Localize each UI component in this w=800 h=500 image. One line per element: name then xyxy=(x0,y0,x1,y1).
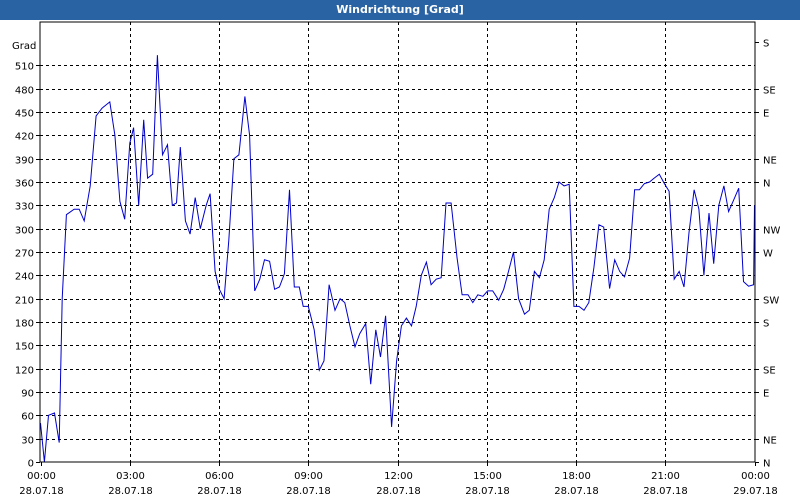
y-tick-label: 480 xyxy=(15,86,34,97)
y-tick-label: 390 xyxy=(15,156,34,167)
y-tick-label: 300 xyxy=(15,226,34,237)
y-tick-label: 90 xyxy=(21,389,34,400)
x-tick-date: 28.07.18 xyxy=(643,486,688,497)
y-tick-label: 450 xyxy=(15,109,34,120)
x-tick-date: 28.07.18 xyxy=(108,486,153,497)
y-tick-label: 30 xyxy=(21,436,34,447)
right-tick-label: SW xyxy=(763,296,779,307)
x-axis: 00:00 28.07.18 03:00 28.07.18 06:00 28.07.18 0… xyxy=(19,462,778,497)
x-tick-time: 06:00 xyxy=(205,471,234,482)
y-tick-label: 360 xyxy=(15,179,34,190)
x-tick-date: 28.07.18 xyxy=(465,486,510,497)
x-tick-time: 18:00 xyxy=(562,471,591,482)
x-tick-time: 15:00 xyxy=(473,471,502,482)
y-axis-right: N NE E SE S SW W NW N NE E SE S xyxy=(755,39,780,470)
y-tick-label: 60 xyxy=(21,412,34,423)
y-tick-label: 420 xyxy=(15,132,34,143)
x-tick-time: 00:00 xyxy=(741,471,770,482)
y-tick-label: 330 xyxy=(15,202,34,213)
x-tick-date: 28.07.18 xyxy=(376,486,421,497)
right-tick-label: E xyxy=(763,389,769,400)
x-tick-time: 21:00 xyxy=(651,471,680,482)
right-tick-label: NE xyxy=(763,436,777,447)
y-tick-label: 120 xyxy=(15,366,34,377)
x-tick-date: 28.07.18 xyxy=(19,486,64,497)
x-tick-time: 03:00 xyxy=(116,471,145,482)
y-tick-label: 270 xyxy=(15,249,34,260)
x-tick-date: 28.07.18 xyxy=(197,486,242,497)
y-axis-label: Grad xyxy=(12,41,36,52)
y-tick-label: 180 xyxy=(15,319,34,330)
plot-area xyxy=(40,22,755,462)
x-tick-date: 28.07.18 xyxy=(286,486,331,497)
y-tick-label: 240 xyxy=(15,272,34,283)
right-tick-label: N xyxy=(763,179,770,190)
wind-direction-chart: 0 30 60 90 120 150 180 210 240 270 300 330 360 390 420… xyxy=(12,21,780,497)
right-tick-label: N xyxy=(763,459,770,470)
right-tick-label: SE xyxy=(763,86,776,97)
y-tick-label: 510 xyxy=(15,62,34,73)
x-tick-date: 28.07.18 xyxy=(554,486,599,497)
x-tick-date: 29.07.18 xyxy=(733,486,778,497)
right-tick-label: S xyxy=(763,319,769,330)
right-tick-label: NW xyxy=(763,226,780,237)
y-tick-label: 210 xyxy=(15,296,34,307)
right-tick-label: W xyxy=(763,249,773,260)
y-tick-label: 150 xyxy=(15,342,34,353)
right-tick-label: NE xyxy=(763,156,777,167)
right-tick-label: SE xyxy=(763,366,776,377)
y-tick-label: 0 xyxy=(28,459,34,470)
y-axis-left: 0 30 60 90 120 150 180 210 240 270 300 330 360 390 420… xyxy=(15,62,40,470)
right-tick-label: S xyxy=(763,39,769,50)
right-tick-label: E xyxy=(763,109,769,120)
x-tick-time: 00:00 xyxy=(27,471,56,482)
x-tick-time: 09:00 xyxy=(294,471,323,482)
x-tick-time: 12:00 xyxy=(384,471,413,482)
